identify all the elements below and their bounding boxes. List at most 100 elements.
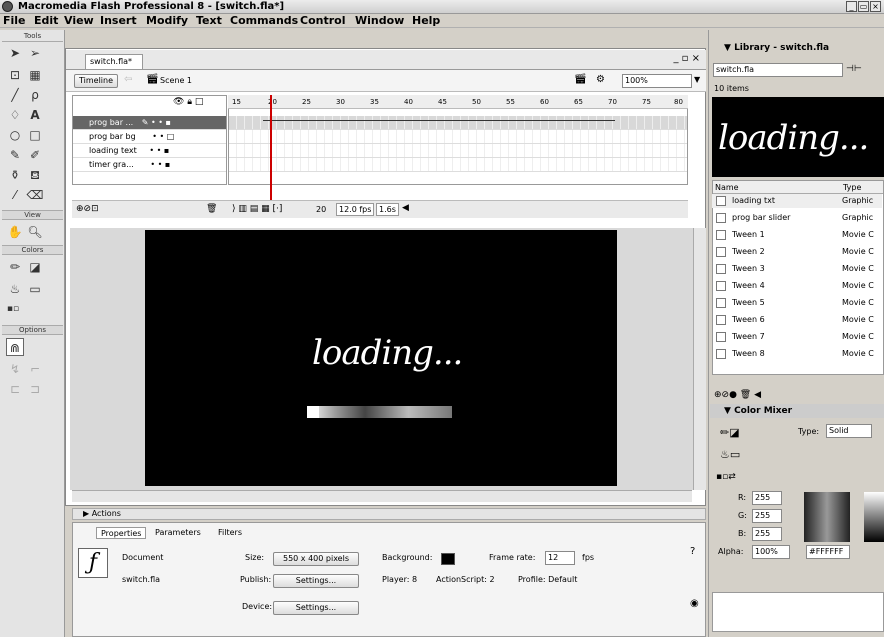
layer-row[interactable]: prog bar ... ✎ • • ▪ — [73, 116, 226, 130]
library-item[interactable]: prog bar slider Graphic — [712, 211, 882, 225]
smooth-icon[interactable]: ↯ — [6, 360, 24, 378]
pen-tool-icon[interactable]: ♢ — [6, 106, 24, 124]
library-header[interactable]: ▼ Library - switch.fla — [710, 40, 884, 56]
device-settings-button[interactable]: Settings... — [273, 601, 359, 615]
doc-window-controls[interactable]: _ ▫ × — [673, 53, 700, 64]
fill-transform-icon[interactable]: ▦ — [26, 66, 44, 84]
minimize-icon[interactable]: _ — [846, 1, 857, 12]
blue-input[interactable]: 255 — [752, 527, 782, 541]
library-item[interactable]: Tween 8 Movie C — [712, 347, 882, 361]
oval-tool-icon[interactable]: ○ — [6, 126, 24, 144]
restore-icon[interactable]: ▭ — [858, 1, 869, 12]
timeline-scroll-left-icon[interactable]: ◀ — [402, 203, 409, 213]
swap-colors-icon[interactable]: ▪▫ — [4, 300, 22, 318]
size-button[interactable]: 550 x 400 pixels — [273, 552, 359, 566]
rotate-icon[interactable]: ⊐ — [26, 380, 44, 398]
pencil-tool-icon[interactable]: ✎ — [6, 146, 24, 164]
frame-row[interactable] — [229, 158, 687, 172]
zoom-select[interactable]: 100% — [622, 74, 692, 88]
menu-text[interactable]: Text — [196, 14, 222, 28]
library-item[interactable]: Tween 6 Movie C — [712, 313, 882, 327]
eyedropper-icon[interactable]: ⁄ — [6, 186, 24, 204]
layer-row[interactable]: prog bar bg • • □ — [73, 130, 226, 144]
hand-tool-icon[interactable]: ✋ — [6, 223, 24, 241]
edit-icon[interactable]: ◉ — [690, 598, 699, 609]
tab-parameters[interactable]: Parameters — [155, 527, 201, 539]
timeline-toggle-button[interactable]: Timeline — [74, 74, 118, 88]
fill-color-icon[interactable]: ♨▭ — [720, 448, 740, 461]
add-layer-icons[interactable]: ⊕⊘⊡ — [76, 204, 99, 214]
zoom-dropdown-icon[interactable]: ▼ — [694, 75, 700, 84]
edit-symbol-icon[interactable]: ⚙ — [596, 74, 605, 85]
scale-icon[interactable]: ⊏ — [6, 380, 24, 398]
actions-panel-header[interactable]: ▶ Actions — [72, 508, 706, 520]
document-tab[interactable]: switch.fla* — [85, 54, 143, 69]
frame-row[interactable] — [229, 130, 687, 144]
menu-commands[interactable]: Commands — [230, 14, 298, 28]
green-input[interactable]: 255 — [752, 509, 782, 523]
menu-file[interactable]: File — [3, 14, 26, 28]
column-type[interactable]: Type — [841, 181, 883, 194]
menu-edit[interactable]: Edit — [34, 14, 58, 28]
zoom-tool-icon[interactable]: 🔍︎ — [26, 223, 44, 241]
trash-icon[interactable]: 🗑︎ — [206, 204, 217, 214]
menu-modify[interactable]: Modify — [146, 14, 188, 28]
red-input[interactable]: 255 — [752, 491, 782, 505]
fill-color-icon[interactable]: ♨ — [6, 280, 24, 298]
frame-row[interactable] — [229, 144, 687, 158]
column-name[interactable]: Name — [713, 181, 841, 194]
library-item[interactable]: Tween 1 Movie C — [712, 228, 882, 242]
stage-vertical-scrollbar[interactable] — [693, 228, 706, 490]
playhead[interactable] — [270, 95, 272, 215]
stage-horizontal-scrollbar[interactable] — [72, 490, 692, 502]
menu-insert[interactable]: Insert — [100, 14, 137, 28]
library-item[interactable]: loading txt Graphic — [712, 194, 882, 208]
paint-bucket-icon[interactable]: ⛾ — [26, 166, 44, 184]
menu-window[interactable]: Window — [355, 14, 404, 28]
layer-row[interactable]: timer gra... • • ▪ — [73, 158, 226, 172]
rectangle-tool-icon[interactable]: □ — [26, 126, 44, 144]
menu-help[interactable]: Help — [412, 14, 440, 28]
help-icon[interactable]: ? — [690, 546, 695, 557]
frame-rate-input[interactable]: 12 — [545, 551, 575, 565]
library-item[interactable]: Tween 3 Movie C — [712, 262, 882, 276]
layer-row[interactable]: loading text • • ▪ — [73, 144, 226, 158]
library-item[interactable]: Tween 2 Movie C — [712, 245, 882, 259]
loading-text[interactable]: loading... — [312, 333, 463, 373]
hex-input[interactable]: #FFFFFF — [806, 545, 850, 559]
back-arrow-icon[interactable]: ⇦ — [124, 74, 132, 85]
snap-magnet-icon[interactable]: ⋒ — [6, 338, 24, 356]
close-icon[interactable]: × — [870, 1, 881, 12]
stroke-color-icon[interactable]: ✏ — [6, 258, 24, 276]
library-item[interactable]: Tween 5 Movie C — [712, 296, 882, 310]
color-spectrum[interactable] — [804, 492, 850, 542]
arrow-tool-icon[interactable]: ➤ — [6, 44, 24, 62]
free-transform-icon[interactable]: ⊡ — [6, 66, 24, 84]
library-item[interactable]: Tween 7 Movie C — [712, 330, 882, 344]
frame-row[interactable] — [229, 116, 687, 130]
text-tool-icon[interactable]: A — [26, 106, 44, 124]
eraser-icon[interactable]: ⌫ — [26, 186, 44, 204]
library-footer-icons[interactable]: ⊕⊘● 🗑︎ ◀ — [714, 390, 761, 400]
stroke-color-icon[interactable]: ✏◪ — [720, 426, 740, 439]
line-tool-icon[interactable]: ╱ — [6, 86, 24, 104]
progress-bar-fill[interactable] — [307, 406, 319, 418]
ink-bottle-icon[interactable]: ⚱ — [6, 166, 24, 184]
fill-type-select[interactable]: Solid — [826, 424, 872, 438]
tab-properties[interactable]: Properties — [96, 527, 147, 539]
frame-ruler[interactable]: 15 20 25 30 35 40 45 50 55 60 65 70 75 8… — [228, 95, 688, 109]
onion-skin-icons[interactable]: ⟩ ▥ ▤ ▦ [·] — [232, 204, 282, 214]
lasso-tool-icon[interactable]: ρ — [26, 86, 44, 104]
swap-colors-icon[interactable]: ▪▫⇄ — [716, 472, 736, 482]
fill-swatch-icon[interactable]: ▭ — [26, 280, 44, 298]
menu-view[interactable]: View — [64, 14, 94, 28]
color-mixer-header[interactable]: ▼ Color Mixer — [710, 404, 884, 418]
subselect-tool-icon[interactable]: ➢ — [26, 44, 44, 62]
straighten-icon[interactable]: ⌐ — [26, 360, 44, 378]
progress-bar-background[interactable] — [307, 406, 452, 418]
alpha-input[interactable]: 100% — [752, 545, 790, 559]
brightness-slider[interactable] — [864, 492, 884, 542]
edit-scene-icon[interactable]: 🎬︎ — [574, 74, 587, 85]
pin-icon[interactable]: ⊣⊢ — [846, 64, 862, 74]
stroke-swatch-icon[interactable]: ◪ — [26, 258, 44, 276]
